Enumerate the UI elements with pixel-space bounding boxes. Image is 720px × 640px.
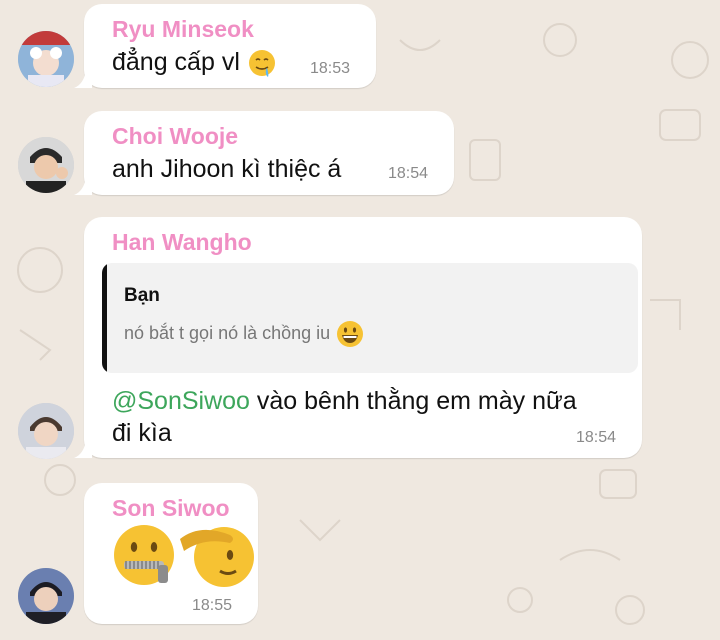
bubble-tail — [74, 177, 92, 195]
zipper-mouth-face-emoji — [114, 525, 174, 585]
avatar-ryu-minseok[interactable] — [18, 31, 74, 87]
quote-author: Bạn — [124, 285, 160, 306]
quoted-reply[interactable]: Bạn nó bắt t gọi nó là chồng iu — [102, 263, 638, 373]
mention-link[interactable]: @SonSiwoo — [112, 387, 250, 415]
message-bubble[interactable]: Choi Wooje anh Jihoon kì thiệc á 18:54 — [74, 111, 454, 195]
sender-name: Han Wangho — [112, 229, 252, 255]
message-bubble[interactable]: Han Wangho Bạn nó bắt t gọi nó là chồng … — [74, 217, 642, 458]
message-bubble[interactable]: Son Siwoo 18:55 — [84, 483, 258, 624]
bubble-tail — [74, 70, 92, 88]
sender-name: Son Siwoo — [112, 495, 230, 521]
avatar-son-siwoo[interactable] — [18, 568, 74, 624]
bubble-tail — [84, 606, 92, 624]
message-text: đẳng cấp vl — [112, 48, 240, 76]
bubble-tail — [74, 440, 92, 458]
message-timestamp: 18:54 — [388, 165, 429, 182]
grinning-face-emoji — [337, 321, 364, 347]
avatar-choi-wooje[interactable] — [18, 137, 74, 193]
message-timestamp: 18:53 — [310, 60, 351, 77]
message-text-line2: đi kìa — [112, 419, 172, 447]
saluting-face-emoji — [180, 527, 254, 587]
drooling-face-emoji — [248, 50, 275, 78]
message-timestamp: 18:55 — [192, 597, 233, 614]
sender-name: Ryu Minseok — [112, 16, 254, 42]
message-timestamp: 18:54 — [576, 429, 617, 446]
message-bubble[interactable]: Ryu Minseok đẳng cấp vl 18:53 — [74, 4, 376, 88]
sender-name: Choi Wooje — [112, 123, 239, 149]
message-text: vào bênh thằng em mày nữa — [249, 387, 577, 415]
avatar-han-wangho[interactable] — [18, 403, 74, 459]
message-text: anh Jihoon kì thiệc á — [112, 155, 342, 183]
quote-text: nó bắt t gọi nó là chồng iu — [124, 322, 331, 343]
quote-bar — [102, 263, 107, 373]
